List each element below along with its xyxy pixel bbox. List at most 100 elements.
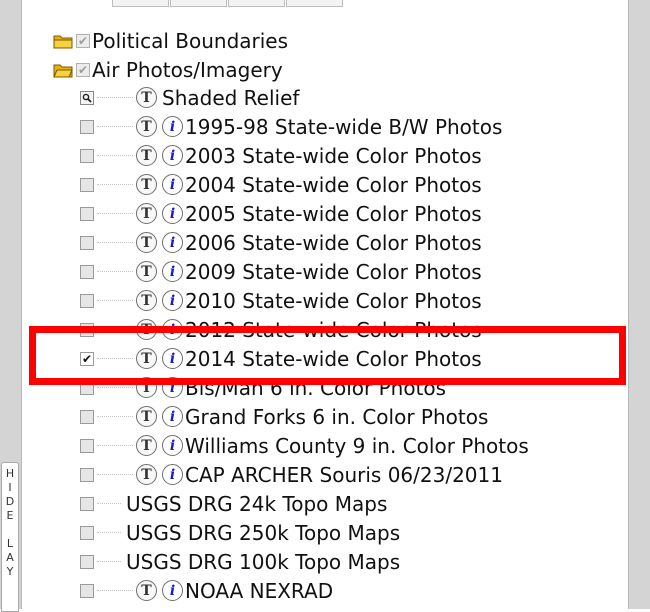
layer-checkbox[interactable] [80, 322, 94, 337]
layer-row[interactable]: Ti CAP ARCHER Souris 06/23/2011 [80, 460, 503, 489]
layer-checkbox[interactable] [80, 293, 94, 308]
layer-row[interactable]: Ti Grand Forks 6 in. Color Photos [80, 402, 488, 431]
folder-row[interactable]: ✔ Political Boundaries [53, 26, 288, 55]
hide-layers-tab[interactable]: H I D E L A Y [1, 462, 19, 612]
top-tab[interactable] [228, 0, 285, 7]
layer-row[interactable]: USGS DRG 250k Topo Maps [80, 518, 400, 547]
layer-checkbox[interactable] [80, 119, 94, 134]
layer-row[interactable]: Ti 1995-98 State-wide B/W Photos [80, 112, 502, 141]
layer-checkbox[interactable] [80, 554, 94, 569]
layer-row[interactable]: Ti Williams County 9 in. Color Photos [80, 431, 529, 460]
layer-label[interactable]: 2010 State-wide Color Photos [185, 289, 482, 313]
transparency-icon[interactable]: T [136, 174, 157, 195]
top-tab[interactable] [170, 0, 227, 7]
info-icon[interactable]: i [162, 203, 183, 224]
layer-checkbox[interactable] [80, 264, 94, 279]
layer-row[interactable]: Ti 2006 State-wide Color Photos [80, 228, 482, 257]
transparency-icon[interactable]: T [136, 290, 157, 311]
tree-connector [97, 589, 133, 592]
layer-row[interactable]: Ti NOAA NEXRAD [80, 576, 333, 605]
info-icon[interactable]: i [162, 290, 183, 311]
layer-checkbox[interactable] [80, 206, 94, 221]
transparency-icon[interactable]: T [136, 464, 157, 485]
transparency-icon[interactable]: T [136, 232, 157, 253]
info-icon[interactable]: i [162, 377, 183, 398]
layer-checkbox[interactable] [80, 380, 94, 395]
info-icon[interactable]: i [162, 174, 183, 195]
tree-connector [97, 183, 133, 186]
layer-label[interactable]: NOAA NEXRAD [185, 579, 333, 603]
info-icon[interactable]: i [162, 348, 183, 369]
layer-row[interactable]: ✔ Ti 2014 State-wide Color Photos [80, 344, 482, 373]
layer-checkbox[interactable] [80, 438, 94, 453]
layer-label[interactable]: 2005 State-wide Color Photos [185, 202, 482, 226]
layer-checkbox[interactable] [80, 409, 94, 424]
layer-label[interactable]: 2004 State-wide Color Photos [185, 173, 482, 197]
layer-checkbox[interactable] [80, 525, 94, 540]
layer-label[interactable]: 2012 State-wide Color Photos [185, 318, 482, 342]
info-icon[interactable]: i [162, 406, 183, 427]
layer-label[interactable]: Air Photos/Imagery [92, 58, 283, 82]
layer-label[interactable]: 2014 State-wide Color Photos [185, 347, 482, 371]
folder-checkbox[interactable]: ✔ [76, 33, 90, 48]
layer-row[interactable]: Ti Bis/Man 6 in. Color Photos [80, 373, 446, 402]
layer-label[interactable]: Political Boundaries [92, 29, 288, 53]
folder-open-icon[interactable] [53, 62, 73, 78]
layer-label[interactable]: 1995-98 State-wide B/W Photos [185, 115, 502, 139]
folder-closed-icon[interactable] [53, 33, 73, 49]
layer-checkbox[interactable] [80, 496, 94, 511]
layer-label[interactable]: Shaded Relief [162, 86, 299, 110]
transparency-icon[interactable]: T [136, 203, 157, 224]
info-icon[interactable]: i [162, 261, 183, 282]
layer-checkbox[interactable] [80, 583, 94, 598]
layer-row[interactable]: Ti 2010 State-wide Color Photos [80, 286, 482, 315]
transparency-icon[interactable]: T [136, 116, 157, 137]
top-tab[interactable] [112, 0, 169, 7]
info-icon[interactable]: i [162, 116, 183, 137]
layer-row[interactable]: Ti 2003 State-wide Color Photos [80, 141, 482, 170]
layer-label[interactable]: 2009 State-wide Color Photos [185, 260, 482, 284]
layer-row[interactable]: T Shaded Relief [80, 83, 299, 112]
layer-row[interactable]: USGS DRG 100k Topo Maps [80, 547, 400, 576]
layer-label[interactable]: Grand Forks 6 in. Color Photos [185, 405, 488, 429]
folder-checkbox[interactable]: ✔ [76, 62, 90, 77]
transparency-icon[interactable]: T [136, 580, 157, 601]
layer-row[interactable]: Ti 2012 State-wide Color Photos [80, 315, 482, 344]
layer-label[interactable]: Bis/Man 6 in. Color Photos [185, 376, 446, 400]
info-icon[interactable]: i [162, 580, 183, 601]
info-icon[interactable]: i [162, 232, 183, 253]
info-icon[interactable]: i [162, 145, 183, 166]
transparency-icon[interactable]: T [136, 319, 157, 340]
folder-row[interactable]: ✔ Air Photos/Imagery [53, 55, 283, 84]
layer-label[interactable]: 2006 State-wide Color Photos [185, 231, 482, 255]
magnifier-icon[interactable] [80, 90, 94, 105]
transparency-icon[interactable]: T [136, 348, 157, 369]
layer-label[interactable]: USGS DRG 100k Topo Maps [126, 550, 400, 574]
info-icon[interactable]: i [162, 435, 183, 456]
layer-label[interactable]: 2003 State-wide Color Photos [185, 144, 482, 168]
layer-checkbox[interactable]: ✔ [80, 351, 94, 366]
transparency-icon[interactable]: T [136, 377, 157, 398]
layer-checkbox[interactable] [80, 177, 94, 192]
transparency-icon[interactable]: T [136, 87, 157, 108]
layer-row[interactable]: Ti 2004 State-wide Color Photos [80, 170, 482, 199]
layer-row[interactable]: Ti 2005 State-wide Color Photos [80, 199, 482, 228]
layer-checkbox[interactable] [80, 467, 94, 482]
layer-label[interactable]: Williams County 9 in. Color Photos [185, 434, 529, 458]
info-icon[interactable]: i [162, 464, 183, 485]
layer-label[interactable]: USGS DRG 24k Topo Maps [126, 492, 387, 516]
top-tab[interactable] [286, 0, 343, 7]
layer-checkbox[interactable] [80, 235, 94, 250]
transparency-icon[interactable]: T [136, 145, 157, 166]
top-tab-strip [0, 0, 650, 8]
layer-label[interactable]: CAP ARCHER Souris 06/23/2011 [185, 463, 503, 487]
layer-row[interactable]: Ti 2009 State-wide Color Photos [80, 257, 482, 286]
transparency-icon[interactable]: T [136, 406, 157, 427]
info-icon[interactable]: i [162, 319, 183, 340]
layer-checkbox[interactable] [80, 148, 94, 163]
transparency-icon[interactable]: T [136, 435, 157, 456]
layer-label[interactable]: USGS DRG 250k Topo Maps [126, 521, 400, 545]
transparency-icon[interactable]: T [136, 261, 157, 282]
layer-row[interactable]: USGS DRG 24k Topo Maps [80, 489, 387, 518]
tree-connector [97, 96, 133, 99]
